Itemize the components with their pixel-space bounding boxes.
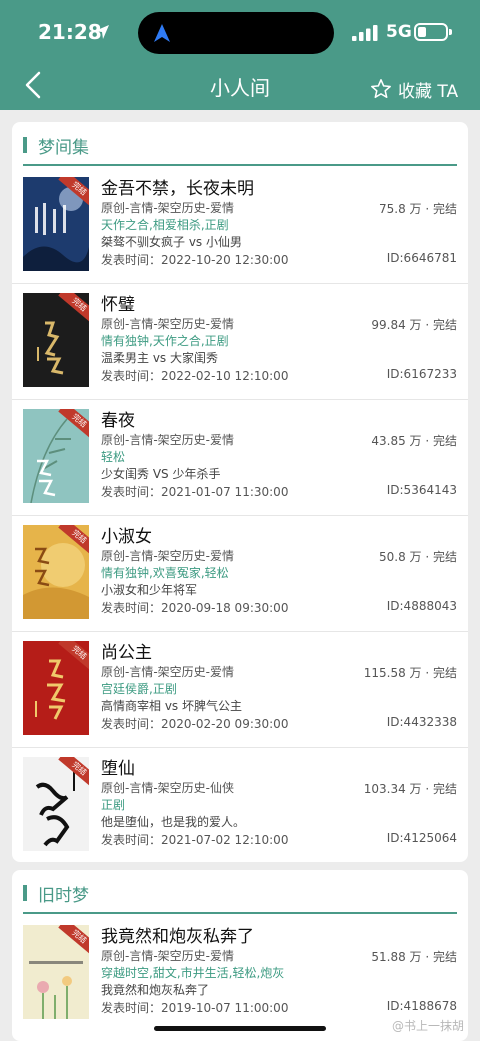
section-title: 梦间集	[38, 138, 89, 158]
book-cover[interactable]: 完结	[23, 525, 89, 619]
section-header: 旧时梦	[12, 870, 468, 914]
book-id: ID:6167233	[386, 367, 457, 381]
book-description: 温柔男主 vs 大家闺秀	[101, 351, 218, 365]
section-accent-bar	[23, 885, 27, 901]
book-title[interactable]: 尚公主	[101, 638, 152, 663]
book-id: ID:6646781	[386, 251, 457, 265]
dynamic-island	[138, 12, 334, 54]
book-item[interactable]: 完结 春夜 原创-言情-架空历史-爱情 轻松 少女闺秀 VS 少年杀手 发表时间…	[12, 400, 468, 516]
book-category: 原创-言情-架空历史-爱情	[101, 949, 234, 963]
book-title[interactable]: 怀璧	[101, 290, 135, 315]
header: 21:28 5G 小人间 收藏 TA	[0, 0, 480, 110]
book-tags: 情有独钟,欢喜冤家,轻松	[101, 566, 229, 580]
book-tags: 穿越时空,甜文,市井生活,轻松,炮灰	[101, 966, 285, 980]
book-item[interactable]: 完结 我竟然和炮灰私奔了 原创-言情-架空历史-爱情 穿越时空,甜文,市井生活,…	[12, 916, 468, 1032]
book-word-count: 99.84 万 · 完结	[371, 318, 457, 332]
book-cover[interactable]: 完结	[23, 409, 89, 503]
favorite-button[interactable]: 收藏 TA	[370, 75, 458, 103]
book-category: 原创-言情-架空历史-爱情	[101, 665, 234, 679]
watermark: @书上一抹胡	[392, 1019, 465, 1033]
book-description: 他是堕仙，也是我的爱人。	[101, 815, 246, 829]
book-publish-time: 发表时间：2021-01-07 11:30:00	[101, 485, 289, 499]
section-header: 梦间集	[12, 122, 468, 166]
book-cover[interactable]: 完结	[23, 293, 89, 387]
book-category: 原创-言情-架空历史-仙侠	[101, 781, 234, 795]
book-item[interactable]: 完结 金吾不禁，长夜未明 原创-言情-架空历史-爱情 天作之合,相爱相杀,正剧 …	[12, 168, 468, 284]
book-cover[interactable]: 完结	[23, 641, 89, 735]
book-cover[interactable]: 完结	[23, 177, 89, 271]
book-description: 高情商宰相 vs 坏脾气公主	[101, 699, 242, 713]
book-tags: 天作之合,相爱相杀,正剧	[101, 218, 229, 232]
book-title[interactable]: 金吾不禁，长夜未明	[101, 174, 254, 199]
book-category: 原创-言情-架空历史-爱情	[101, 433, 234, 447]
book-item[interactable]: 完结 尚公主 原创-言情-架空历史-爱情 宫廷侯爵,正剧 高情商宰相 vs 坏脾…	[12, 632, 468, 748]
status-bar: 21:28 5G	[0, 0, 480, 66]
network-type: 5G	[386, 22, 412, 42]
book-tags: 正剧	[101, 798, 126, 812]
book-publish-time: 发表时间：2020-09-18 09:30:00	[101, 601, 289, 615]
book-title[interactable]: 小淑女	[101, 522, 152, 547]
clock: 21:28	[38, 20, 102, 44]
book-tags: 情有独钟,天作之合,正剧	[101, 334, 229, 348]
book-description: 少女闺秀 VS 少年杀手	[101, 467, 221, 481]
book-title[interactable]: 春夜	[101, 406, 135, 431]
book-item[interactable]: 完结 怀璧 原创-言情-架空历史-爱情 情有独钟,天作之合,正剧 温柔男主 vs…	[12, 284, 468, 400]
location-arrow-icon	[95, 25, 109, 39]
book-word-count: 50.8 万 · 完结	[379, 550, 457, 564]
book-category: 原创-言情-架空历史-爱情	[101, 201, 234, 215]
section-jiushimeng: 旧时梦 完结 我竟然和炮灰私奔了 原创-言情-架空历史-爱情 穿越时空,甜文,市…	[12, 870, 468, 1041]
section-mengjianji: 梦间集 完结 金吾不禁，长夜未明 原创-言情-架空历史-爱情 天作之合,相爱相杀…	[12, 122, 468, 862]
section-divider	[23, 164, 457, 166]
battery-icon	[414, 23, 448, 41]
book-word-count: 51.88 万 · 完结	[371, 950, 457, 964]
navigation-arrow-icon	[154, 24, 170, 42]
book-word-count: 43.85 万 · 完结	[371, 434, 457, 448]
book-id: ID:4188678	[386, 999, 457, 1013]
book-id: ID:5364143	[386, 483, 457, 497]
section-divider	[23, 912, 457, 914]
book-word-count: 75.8 万 · 完结	[379, 202, 457, 216]
book-cover[interactable]: 完结	[23, 925, 89, 1019]
book-word-count: 103.34 万 · 完结	[363, 782, 457, 796]
book-tags: 轻松	[101, 450, 126, 464]
book-category: 原创-言情-架空历史-爱情	[101, 549, 234, 563]
book-cover[interactable]: 完结	[23, 757, 89, 851]
book-title[interactable]: 堕仙	[101, 754, 135, 779]
book-publish-time: 发表时间：2022-02-10 12:10:00	[101, 369, 289, 383]
book-item[interactable]: 完结 小淑女 原创-言情-架空历史-爱情 情有独钟,欢喜冤家,轻松 小淑女和少年…	[12, 516, 468, 632]
book-id: ID:4125064	[386, 831, 457, 845]
book-id: ID:4888043	[386, 599, 457, 613]
star-icon	[371, 79, 391, 99]
book-description: 我竟然和炮灰私奔了	[101, 983, 210, 997]
book-id: ID:4432338	[386, 715, 457, 729]
book-description: 桀骜不驯女疯子 vs 小仙男	[101, 235, 242, 249]
favorite-label: 收藏 TA	[398, 81, 459, 102]
book-publish-time: 发表时间：2021-07-02 12:10:00	[101, 833, 289, 847]
section-title: 旧时梦	[38, 886, 89, 906]
book-publish-time: 发表时间：2020-02-20 09:30:00	[101, 717, 289, 731]
book-publish-time: 发表时间：2019-10-07 11:00:00	[101, 1001, 289, 1015]
nav-bar: 小人间 收藏 TA	[0, 62, 480, 110]
battery-tip	[449, 29, 452, 35]
book-title[interactable]: 我竟然和炮灰私奔了	[101, 922, 254, 947]
book-word-count: 115.58 万 · 完结	[363, 666, 457, 680]
book-item[interactable]: 完结 堕仙 原创-言情-架空历史-仙侠 正剧 他是堕仙，也是我的爱人。 发表时间…	[12, 748, 468, 864]
home-indicator[interactable]	[154, 1026, 326, 1031]
book-category: 原创-言情-架空历史-爱情	[101, 317, 234, 331]
section-accent-bar	[23, 137, 27, 153]
book-publish-time: 发表时间：2022-10-20 12:30:00	[101, 253, 289, 267]
book-tags: 宫廷侯爵,正剧	[101, 682, 177, 696]
book-description: 小淑女和少年将军	[101, 583, 198, 597]
signal-icon	[352, 25, 378, 41]
